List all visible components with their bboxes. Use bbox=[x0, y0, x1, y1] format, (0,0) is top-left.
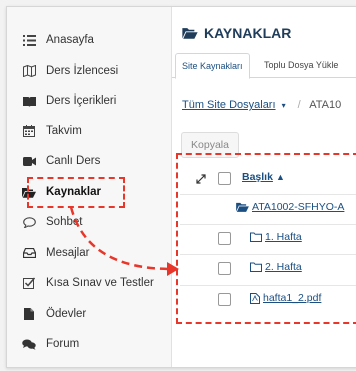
breadcrumb-separator: / bbox=[297, 99, 301, 111]
table-row: hafta1_2.pdf bbox=[180, 285, 356, 313]
table-header-row: Başlık ▲ bbox=[180, 165, 356, 192]
sidebar-item-label: Sohbet bbox=[46, 216, 83, 228]
app-window: Anasayfa Ders İzlencesi Ders İçerikleri … bbox=[6, 6, 356, 368]
breadcrumb-all-files-link[interactable]: Tüm Site Dosyaları bbox=[182, 99, 276, 111]
row-checkbox[interactable] bbox=[218, 232, 231, 245]
sidebar-item-label: Anasayfa bbox=[46, 34, 94, 46]
breadcrumb: Tüm Site Dosyaları ▾ / ATA10 bbox=[182, 99, 341, 111]
main-panel: KAYNAKLAR Site Kaynakları Toplu Dosya Yü… bbox=[172, 7, 356, 367]
inbox-icon bbox=[22, 246, 36, 260]
page-title: KAYNAKLAR bbox=[182, 25, 291, 41]
sidebar-item-ders-icerikleri[interactable]: Ders İçerikleri bbox=[7, 88, 171, 114]
sidebar-item-ders-izlencesi[interactable]: Ders İzlencesi bbox=[7, 58, 171, 84]
sidebar: Anasayfa Ders İzlencesi Ders İçerikleri … bbox=[7, 7, 172, 367]
map-icon bbox=[22, 64, 36, 78]
video-camera-icon bbox=[22, 154, 36, 168]
folder-open-icon bbox=[22, 185, 36, 199]
tab-toplu-dosya-yukle[interactable]: Toplu Dosya Yükle bbox=[258, 53, 344, 77]
calendar-icon bbox=[22, 124, 36, 138]
pdf-file-icon bbox=[250, 292, 260, 304]
sidebar-item-label: Ders İzlencesi bbox=[46, 65, 119, 77]
folder-link[interactable]: 1. Hafta bbox=[265, 231, 302, 243]
breadcrumb-current: ATA10 bbox=[309, 99, 342, 111]
expand-icon[interactable] bbox=[196, 171, 206, 189]
sidebar-item-label: Takvim bbox=[46, 125, 82, 137]
sidebar-item-odevler[interactable]: Ödevler bbox=[7, 301, 171, 327]
file-link[interactable]: hafta1_2.pdf bbox=[263, 292, 321, 304]
sidebar-item-forum[interactable]: Forum bbox=[7, 331, 171, 357]
folder-icon bbox=[250, 232, 262, 242]
comments-icon bbox=[22, 337, 36, 351]
table-row: ATA1002-SFHYO-A bbox=[180, 194, 356, 222]
folder-icon bbox=[250, 262, 262, 272]
sort-ascending-icon[interactable]: ▲ bbox=[276, 172, 285, 182]
sort-by-title-link[interactable]: Başlık bbox=[242, 171, 273, 183]
sidebar-item-label: Canlı Ders bbox=[46, 155, 101, 167]
row-checkbox[interactable] bbox=[218, 262, 231, 275]
document-icon bbox=[22, 307, 36, 321]
sidebar-item-kisa-sinav[interactable]: Kısa Sınav ve Testler bbox=[7, 270, 171, 296]
sidebar-item-anasayfa[interactable]: Anasayfa bbox=[7, 27, 171, 53]
chevron-down-icon[interactable]: ▾ bbox=[282, 101, 286, 110]
sidebar-item-sohbet[interactable]: Sohbet bbox=[7, 209, 171, 235]
sidebar-item-label: Forum bbox=[46, 338, 80, 350]
copy-button[interactable]: Kopyala bbox=[181, 132, 239, 158]
tab-bar: Site Kaynakları Toplu Dosya Yükle bbox=[172, 53, 356, 79]
checkbox-icon bbox=[22, 276, 36, 290]
folder-link[interactable]: ATA1002-SFHYO-A bbox=[252, 201, 344, 213]
list-icon bbox=[22, 33, 36, 47]
tab-site-kaynaklari[interactable]: Site Kaynakları bbox=[175, 53, 250, 79]
book-icon bbox=[22, 94, 36, 108]
sidebar-item-kaynaklar[interactable]: Kaynaklar bbox=[7, 179, 171, 205]
sidebar-item-label: Ödevler bbox=[46, 308, 87, 320]
folder-link[interactable]: 2. Hafta bbox=[265, 261, 302, 273]
sidebar-item-canli-ders[interactable]: Canlı Ders bbox=[7, 148, 171, 174]
sidebar-item-label: Kısa Sınav ve Testler bbox=[46, 277, 154, 289]
table-row: 2. Hafta bbox=[180, 254, 356, 282]
sidebar-item-label: Mesajlar bbox=[46, 247, 90, 259]
folder-open-icon bbox=[182, 27, 198, 39]
row-checkbox[interactable] bbox=[218, 293, 231, 306]
chat-icon bbox=[22, 215, 36, 229]
sidebar-item-label: Ders İçerikleri bbox=[46, 95, 117, 107]
table-row: 1. Hafta bbox=[180, 224, 356, 252]
sidebar-item-takvim[interactable]: Takvim bbox=[7, 118, 171, 144]
select-all-checkbox[interactable] bbox=[218, 172, 231, 185]
folder-open-icon bbox=[236, 202, 249, 212]
sidebar-item-label: Kaynaklar bbox=[46, 186, 101, 198]
sidebar-item-mesajlar[interactable]: Mesajlar bbox=[7, 240, 171, 266]
